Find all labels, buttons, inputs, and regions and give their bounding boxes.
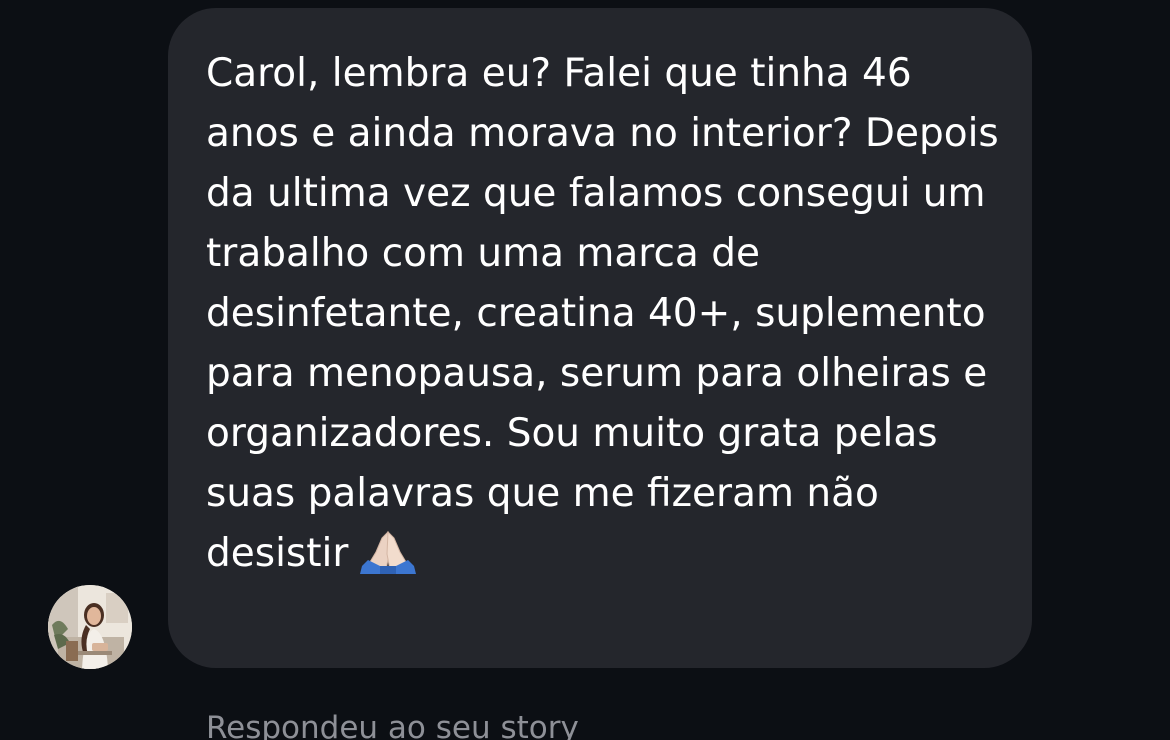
sender-avatar[interactable] [48,585,132,669]
avatar-photo [48,585,132,669]
folded-hands-icon [360,530,417,574]
message-text: Carol, lembra eu? Falei que tinha 46 ano… [206,44,1002,584]
message-body: Carol, lembra eu? Falei que tinha 46 ano… [206,51,999,576]
story-reply-caption: Respondeu ao seu story [206,710,579,740]
chat-thread: Carol, lembra eu? Falei que tinha 46 ano… [0,0,1170,740]
message-bubble[interactable]: Carol, lembra eu? Falei que tinha 46 ano… [168,8,1032,668]
